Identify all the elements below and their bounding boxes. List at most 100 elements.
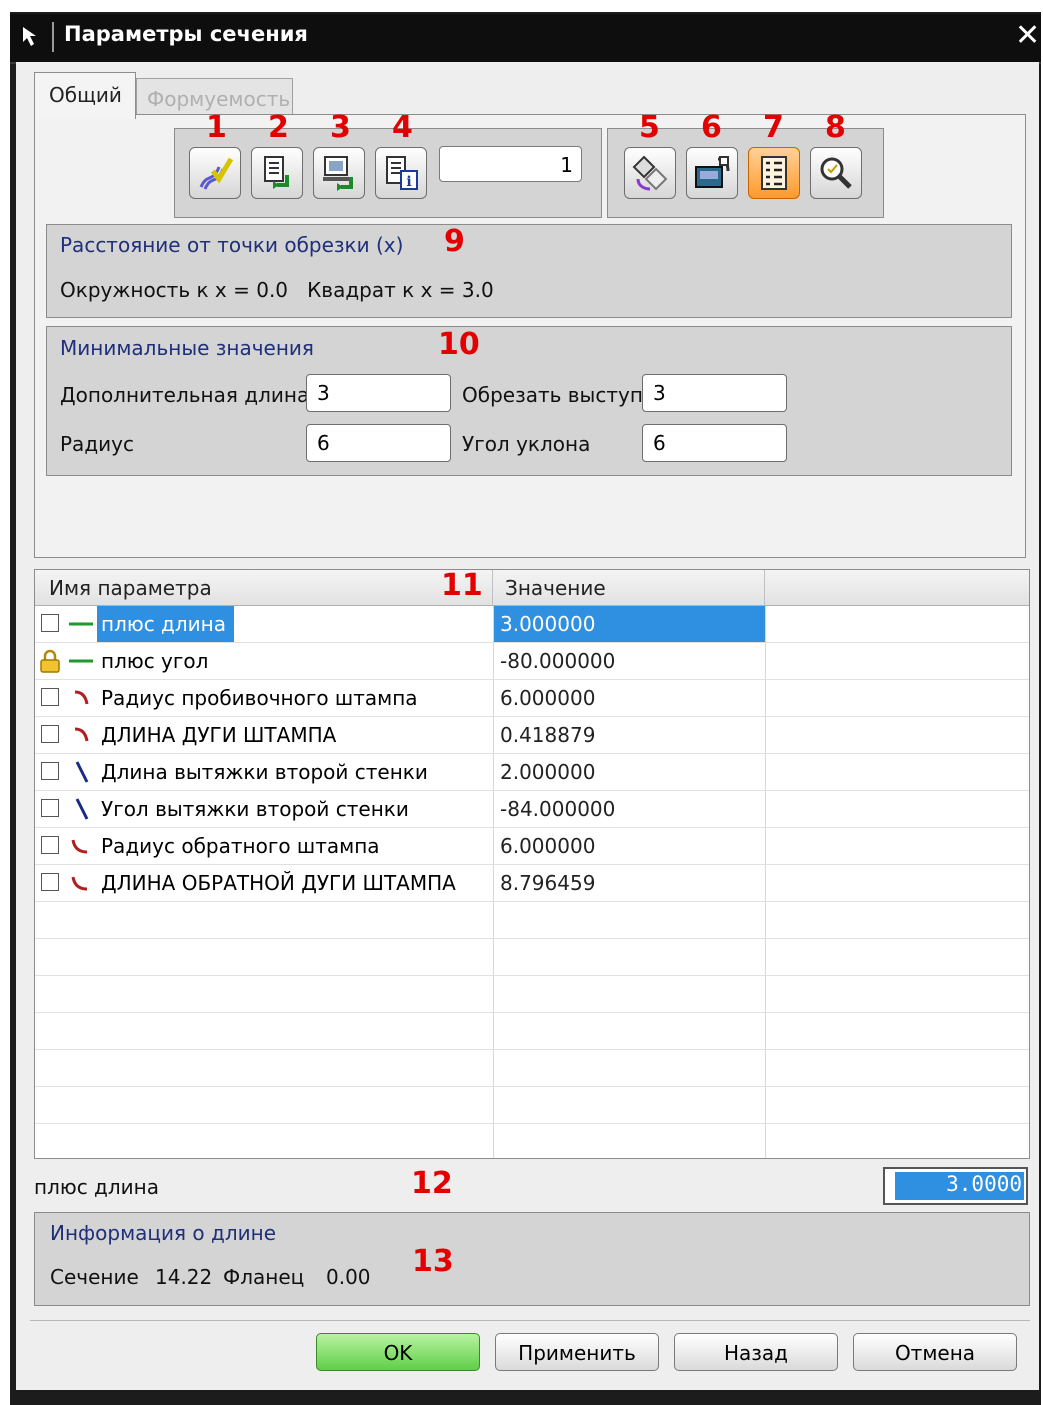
extra-length-field[interactable]: 3 (306, 374, 451, 412)
section-length-value: 14.22 (155, 1265, 213, 1289)
row-checkbox[interactable] (41, 762, 59, 780)
list-down-button[interactable] (251, 147, 303, 199)
flange-length-value: 0.00 (326, 1265, 371, 1289)
row-extra (765, 828, 1029, 864)
marker-4: 4 (392, 110, 413, 145)
row-checkbox[interactable] (41, 836, 59, 854)
column-header-value-label: Значение (505, 576, 606, 600)
row-value: 6.000000 (493, 828, 765, 864)
marker-11: 11 (441, 568, 483, 603)
row-checkbox[interactable] (41, 688, 59, 706)
svg-text:i: i (406, 174, 411, 190)
empty-row (35, 1013, 1029, 1050)
list-view-button[interactable] (748, 147, 800, 199)
row-value: 6.000000 (493, 680, 765, 716)
length-info-title: Информация о длине (50, 1221, 276, 1245)
minimum-values-title: Минимальные значения (60, 336, 314, 360)
row-checkbox[interactable] (41, 725, 59, 743)
column-header-value[interactable]: Значение (493, 570, 765, 606)
blue-slash-icon (75, 761, 89, 783)
table-row[interactable]: ДЛИНА ДУГИ ШТАМПА 0.418879 (35, 717, 1029, 754)
rotate-shapes-icon (632, 155, 668, 191)
green-line-icon (69, 622, 93, 626)
curve-check-icon (199, 157, 234, 190)
column-header-name[interactable]: Имя параметра (35, 570, 493, 606)
marker-13: 13 (412, 1244, 454, 1279)
back-button[interactable]: Назад (674, 1333, 838, 1371)
table-row[interactable]: плюс длина 3.000000 (35, 606, 1029, 643)
empty-row (35, 1124, 1029, 1158)
row-extra (765, 680, 1029, 716)
monitor-arrow-button[interactable] (313, 147, 365, 199)
empty-row (35, 976, 1029, 1013)
edit-value-input[interactable]: 3.0000 (883, 1167, 1028, 1205)
empty-row (35, 939, 1029, 976)
row-name: плюс угол (101, 649, 209, 673)
row-extra (765, 606, 1029, 642)
list-down-icon (264, 156, 289, 189)
monitor-arrow-icon (323, 156, 353, 191)
table-row[interactable]: Радиус обратного штампа 6.000000 (35, 828, 1029, 865)
row-checkbox[interactable] (41, 799, 59, 817)
counter-input[interactable]: 1 (439, 146, 582, 182)
row-extra (765, 717, 1029, 753)
marker-3: 3 (330, 110, 351, 145)
info-grid-button[interactable]: i (375, 147, 427, 199)
rotate-shapes-button[interactable] (624, 147, 676, 199)
row-name: Радиус пробивочного штампа (101, 686, 418, 710)
table-row[interactable]: Длина вытяжки второй стенки 2.000000 (35, 754, 1029, 791)
cancel-button[interactable]: Отмена (853, 1333, 1017, 1371)
radius-label: Радиус (60, 432, 134, 456)
column-header-name-label: Имя параметра (49, 576, 212, 600)
row-name: ДЛИНА ДУГИ ШТАМПА (101, 723, 337, 747)
edit-parameter-label: плюс длина (34, 1175, 159, 1199)
zoom-button[interactable] (810, 147, 862, 199)
table-row[interactable]: Радиус пробивочного штампа 6.000000 (35, 680, 1029, 717)
cursor-icon (20, 24, 46, 54)
title-separator (52, 22, 54, 52)
row-name: плюс длина (97, 606, 234, 642)
radius-field[interactable]: 6 (306, 424, 451, 462)
row-checkbox[interactable] (41, 614, 59, 632)
apply-button[interactable]: Применить (495, 1333, 659, 1371)
trim-protrusion-label: Обрезать выступ (462, 383, 643, 407)
green-line-icon (69, 659, 93, 663)
flange-length-label: Фланец (223, 1265, 305, 1289)
lock-icon (40, 649, 60, 673)
check-curves-button[interactable] (189, 147, 241, 199)
tab-formability-label: Формуемость (147, 87, 291, 111)
row-extra (765, 754, 1029, 790)
row-value: 3.000000 (493, 606, 765, 642)
trim-protrusion-field[interactable]: 3 (642, 374, 787, 412)
button-separator (30, 1320, 1030, 1321)
ok-button[interactable]: OK (316, 1333, 480, 1371)
tab-general[interactable]: Общий (34, 72, 136, 119)
row-checkbox[interactable] (41, 873, 59, 891)
red-hook-icon (71, 876, 88, 891)
info-grid-icon: i (386, 156, 418, 190)
window-title: Параметры сечения (64, 22, 308, 46)
keyboard-icon (695, 156, 730, 188)
red-arc-icon (74, 727, 89, 742)
section-length-label: Сечение (50, 1265, 139, 1289)
empty-row (35, 1087, 1029, 1124)
row-name: Длина вытяжки второй стенки (101, 760, 428, 784)
list-icon (761, 156, 787, 190)
marker-5: 5 (639, 110, 660, 145)
row-extra (765, 643, 1029, 679)
table-row[interactable]: ДЛИНА ОБРАТНОЙ ДУГИ ШТАМПА 8.796459 (35, 865, 1029, 902)
empty-row (35, 902, 1029, 939)
extra-length-label: Дополнительная длина (60, 383, 310, 407)
blue-slash-icon (75, 798, 89, 820)
row-extra (765, 791, 1029, 827)
marker-9: 9 (444, 224, 465, 259)
table-row[interactable]: Угол вытяжки второй стенки -84.000000 (35, 791, 1029, 828)
marker-7: 7 (763, 110, 784, 145)
marker-6: 6 (701, 110, 722, 145)
draft-angle-field[interactable]: 6 (642, 424, 787, 462)
keyboard-button[interactable] (686, 147, 738, 199)
close-icon[interactable]: ✕ (1015, 18, 1040, 53)
row-name: Угол вытяжки второй стенки (101, 797, 409, 821)
table-row[interactable]: плюс угол -80.000000 (35, 643, 1029, 680)
column-header-empty[interactable] (765, 570, 1029, 606)
